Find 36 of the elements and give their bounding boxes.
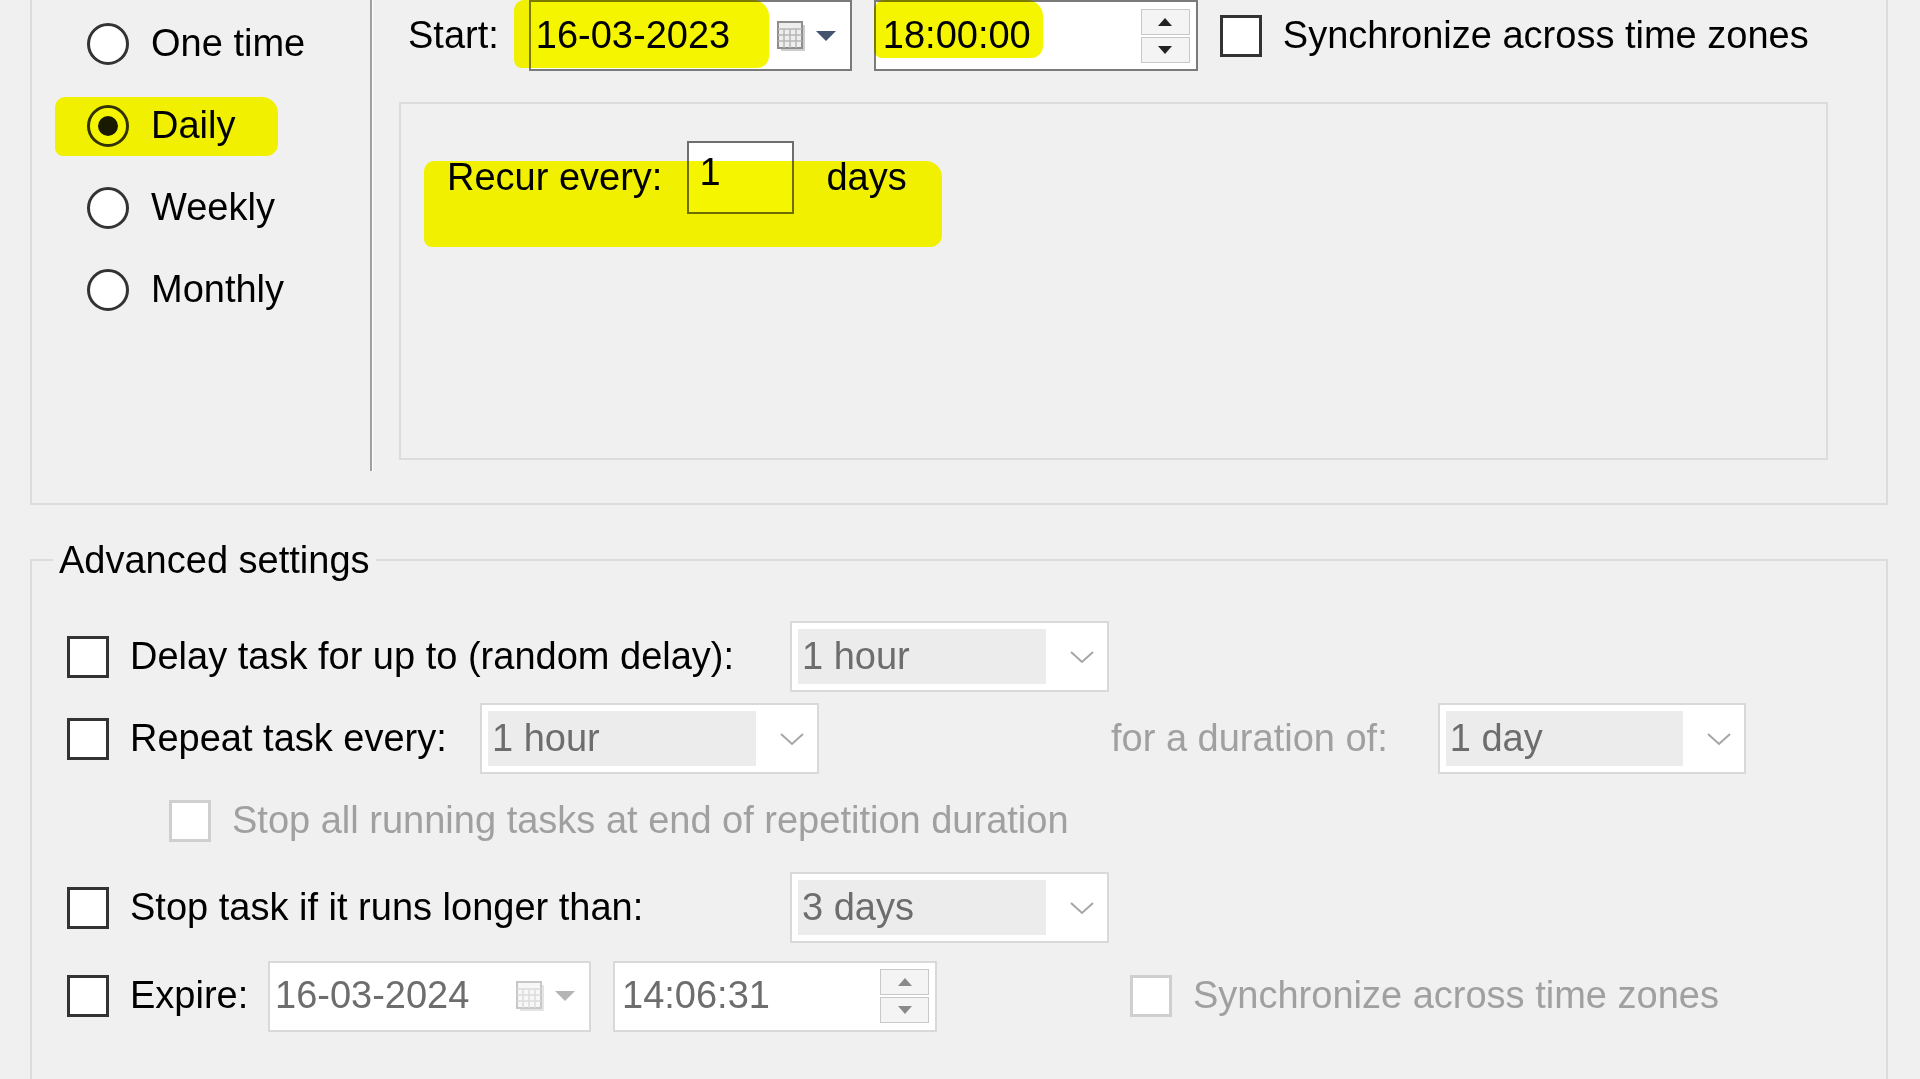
down-arrow-icon [897,1006,912,1014]
checkbox[interactable] [67,975,109,1017]
down-arrow-icon [1158,45,1173,54]
field-label: Start: [408,13,499,58]
checkbox-label[interactable]: Stop task if it runs longer than: [130,885,644,930]
radio-label[interactable]: Monthly [151,268,285,312]
radio-button[interactable] [87,269,129,311]
chevron-icon [1705,731,1732,746]
up-arrow-icon [1158,17,1173,26]
checkbox[interactable] [1219,14,1262,57]
caret-icon [815,29,836,42]
caret-icon [555,990,575,1002]
radio-label[interactable]: One time [151,22,306,66]
spin-up-button[interactable] [1140,8,1190,35]
chevron-icon [1069,900,1095,915]
chevron-icon [779,731,805,746]
radio-button[interactable] [87,23,129,65]
checkbox-label[interactable]: Synchronize across time zones [1282,13,1809,58]
radio-label[interactable]: Weekly [151,186,275,230]
chevron-icon [1069,649,1095,664]
radio-label[interactable]: Daily [151,104,236,148]
group-title: Advanced settings [58,538,371,582]
unit-label: days [826,155,907,200]
checkbox[interactable] [67,717,109,760]
spin-down-button[interactable] [1140,36,1190,63]
calendar-icon [776,19,806,52]
calendar-icon [516,980,545,1012]
checkbox-label[interactable]: Delay task for up to (random delay): [130,634,735,679]
radio-button[interactable] [87,187,129,229]
field-label: for a duration of: [1111,716,1388,761]
field-label: Recur every: [447,155,663,200]
checkbox-label[interactable]: Expire: [130,974,249,1018]
checkbox[interactable] [67,635,109,678]
checkbox[interactable] [67,886,109,929]
checkbox-label[interactable]: Repeat task every: [130,716,447,761]
up-arrow-icon [897,978,912,986]
